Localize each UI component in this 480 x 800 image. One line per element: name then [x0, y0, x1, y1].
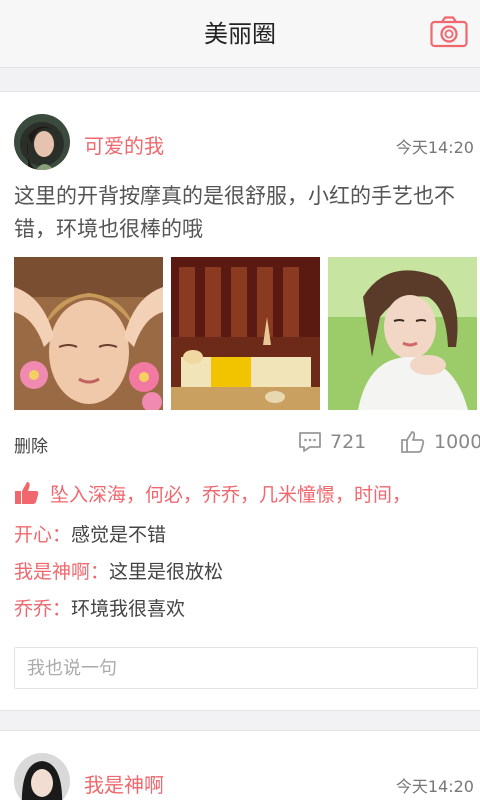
comment-separator: ： — [90, 561, 110, 583]
comment-author[interactable]: 我是神啊 — [14, 561, 90, 583]
avatar[interactable] — [14, 114, 70, 170]
comment-separator: ： — [52, 524, 72, 546]
post-content: 这里的开背按摩真的是很舒服，小红的手艺也不错，环境也很棒的哦 — [14, 184, 455, 241]
comment-text: 这里是很放松 — [109, 561, 224, 583]
comment-author[interactable]: 开心 — [14, 524, 52, 546]
post-username[interactable]: 我是神啊 — [84, 769, 164, 798]
likers-names[interactable]: 坠入深海，何必，乔乔，几米憧憬，时间， — [50, 480, 411, 507]
thumbs-up-outline-icon — [401, 431, 425, 453]
post-photo-3[interactable] — [328, 257, 477, 410]
post-card: 我是神啊 今天14:20 — [0, 730, 480, 800]
comment-author[interactable]: 乔乔 — [14, 598, 52, 620]
post-time: 今天14:20 — [395, 138, 474, 157]
reply-input[interactable] — [15, 648, 477, 688]
comment-item: 开心：感觉是不错 — [14, 521, 166, 549]
comment-count-button[interactable]: 721 — [298, 429, 366, 455]
delete-button[interactable]: 删除 — [14, 432, 48, 457]
like-count: 1000 — [434, 431, 480, 453]
app-screen: 美丽圈 可爱的我 今天14:20 这里的开背按摩真的是很舒服，小红的手艺也不错，… — [0, 0, 480, 800]
comment-icon — [299, 432, 321, 452]
page-title: 美丽圈 — [204, 20, 276, 48]
post-username[interactable]: 可爱的我 — [84, 130, 164, 159]
thumbs-up-icon — [15, 482, 39, 504]
comment-text: 环境我很喜欢 — [71, 598, 186, 620]
post-time: 今天14:20 — [395, 777, 474, 796]
camera-icon[interactable] — [430, 16, 468, 48]
comment-separator: ： — [52, 598, 72, 620]
top-bar: 美丽圈 — [0, 0, 480, 68]
like-count-button[interactable]: 1000 — [400, 429, 480, 455]
post-card: 可爱的我 今天14:20 这里的开背按摩真的是很舒服，小红的手艺也不错，环境也很… — [0, 91, 480, 711]
post-photo-2[interactable] — [171, 257, 320, 410]
comment-count: 721 — [330, 431, 367, 453]
avatar[interactable] — [14, 753, 70, 800]
comment-text: 感觉是不错 — [71, 524, 167, 546]
comment-item: 乔乔：环境我很喜欢 — [14, 595, 185, 623]
likers-row: 坠入深海，何必，乔乔，几米憧憬，时间， — [14, 478, 411, 508]
comment-item: 我是神啊：这里是很放松 — [14, 558, 223, 586]
post-photo-1[interactable] — [14, 257, 163, 410]
reply-box — [14, 647, 478, 689]
